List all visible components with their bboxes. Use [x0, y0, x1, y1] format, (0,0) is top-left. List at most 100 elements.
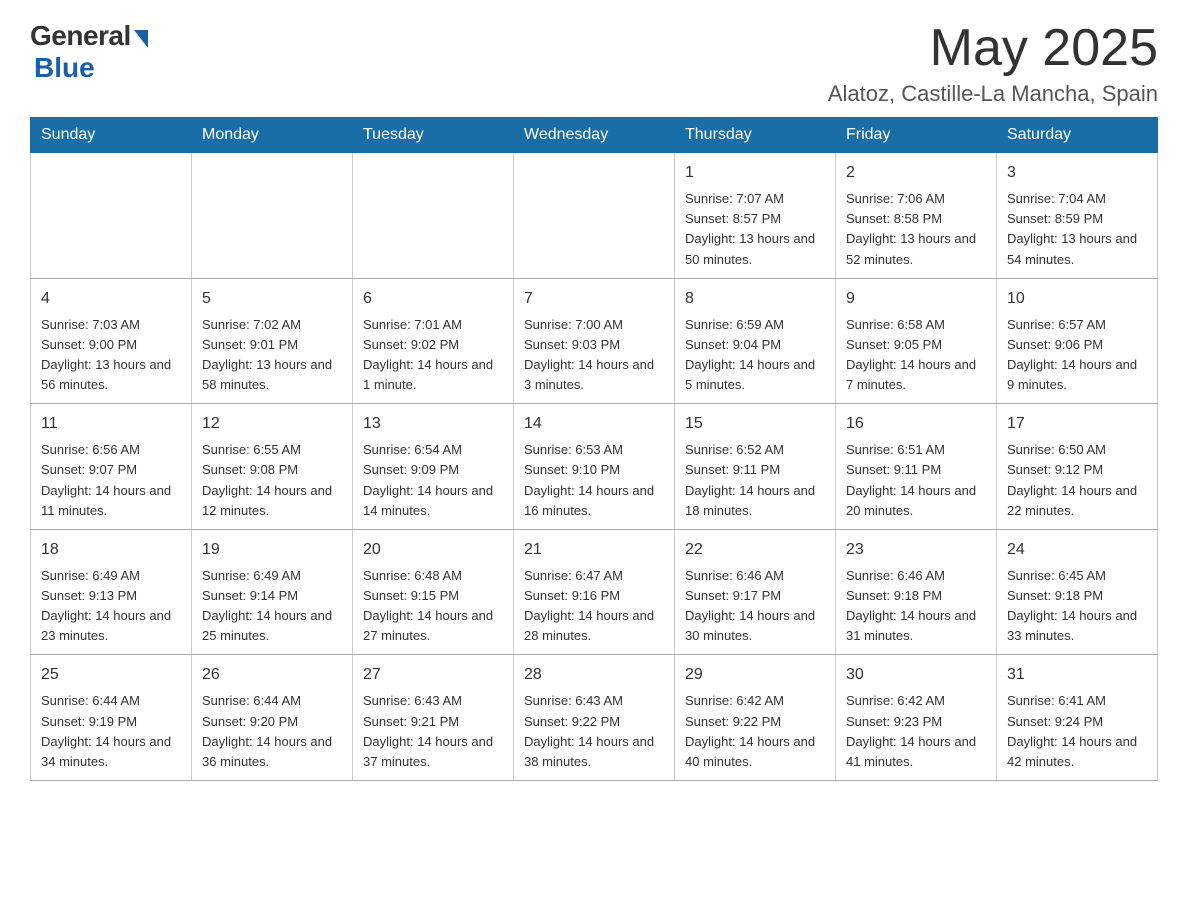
day-info: Sunrise: 6:41 AM Sunset: 9:24 PM Dayligh…	[1007, 691, 1147, 772]
day-number: 26	[202, 663, 342, 687]
day-number: 14	[524, 412, 664, 436]
calendar-cell: 30 Sunrise: 6:42 AM Sunset: 9:23 PM Dayli…	[836, 655, 997, 781]
day-info: Sunrise: 6:51 AM Sunset: 9:11 PM Dayligh…	[846, 440, 986, 521]
day-info: Sunrise: 7:04 AM Sunset: 8:59 PM Dayligh…	[1007, 189, 1147, 270]
day-number: 8	[685, 287, 825, 311]
day-info: Sunrise: 6:44 AM Sunset: 9:20 PM Dayligh…	[202, 691, 342, 772]
title-section: May 2025 Alatoz, Castille-La Mancha, Spa…	[828, 20, 1158, 107]
day-info: Sunrise: 6:52 AM Sunset: 9:11 PM Dayligh…	[685, 440, 825, 521]
day-info: Sunrise: 7:03 AM Sunset: 9:00 PM Dayligh…	[41, 315, 181, 396]
calendar-cell: 9 Sunrise: 6:58 AM Sunset: 9:05 PM Daylig…	[836, 278, 997, 404]
day-info: Sunrise: 6:48 AM Sunset: 9:15 PM Dayligh…	[363, 566, 503, 647]
day-number: 27	[363, 663, 503, 687]
day-info: Sunrise: 6:53 AM Sunset: 9:10 PM Dayligh…	[524, 440, 664, 521]
day-number: 23	[846, 538, 986, 562]
day-number: 1	[685, 161, 825, 185]
day-number: 29	[685, 663, 825, 687]
day-number: 25	[41, 663, 181, 687]
calendar-cell: 2Sunrise: 7:06 AM Sunset: 8:58 PM Daylig…	[836, 153, 997, 279]
day-number: 3	[1007, 161, 1147, 185]
calendar-cell: 4 Sunrise: 7:03 AM Sunset: 9:00 PM Daylig…	[31, 278, 192, 404]
day-info: Sunrise: 6:42 AM Sunset: 9:22 PM Dayligh…	[685, 691, 825, 772]
week-row-5: 25 Sunrise: 6:44 AM Sunset: 9:19 PM Dayli…	[31, 655, 1158, 781]
day-number: 20	[363, 538, 503, 562]
day-number: 11	[41, 412, 181, 436]
calendar-cell: 20 Sunrise: 6:48 AM Sunset: 9:15 PM Dayli…	[353, 529, 514, 655]
day-number: 22	[685, 538, 825, 562]
day-info: Sunrise: 7:07 AM Sunset: 8:57 PM Dayligh…	[685, 189, 825, 270]
day-info: Sunrise: 6:57 AM Sunset: 9:06 PM Dayligh…	[1007, 315, 1147, 396]
day-number: 6	[363, 287, 503, 311]
day-number: 16	[846, 412, 986, 436]
day-number: 13	[363, 412, 503, 436]
logo-blue-text: Blue	[34, 52, 95, 84]
page-header: General Blue May 2025 Alatoz, Castille-L…	[30, 20, 1158, 107]
calendar-cell: 16 Sunrise: 6:51 AM Sunset: 9:11 PM Dayli…	[836, 404, 997, 530]
calendar-cell: 19Sunrise: 6:49 AM Sunset: 9:14 PM Dayli…	[192, 529, 353, 655]
day-number: 7	[524, 287, 664, 311]
calendar-cell: 11 Sunrise: 6:56 AM Sunset: 9:07 PM Dayli…	[31, 404, 192, 530]
week-row-1: 1 Sunrise: 7:07 AM Sunset: 8:57 PM Daylig…	[31, 153, 1158, 279]
week-row-2: 4 Sunrise: 7:03 AM Sunset: 9:00 PM Daylig…	[31, 278, 1158, 404]
calendar-cell: 1 Sunrise: 7:07 AM Sunset: 8:57 PM Daylig…	[675, 153, 836, 279]
week-row-3: 11 Sunrise: 6:56 AM Sunset: 9:07 PM Dayli…	[31, 404, 1158, 530]
logo: General Blue	[30, 20, 148, 84]
day-number: 12	[202, 412, 342, 436]
day-info: Sunrise: 6:43 AM Sunset: 9:21 PM Dayligh…	[363, 691, 503, 772]
calendar-cell: 22 Sunrise: 6:46 AM Sunset: 9:17 PM Dayli…	[675, 529, 836, 655]
day-number: 2	[846, 161, 986, 185]
day-header-saturday: Saturday	[997, 118, 1158, 153]
day-number: 31	[1007, 663, 1147, 687]
calendar-cell: 24 Sunrise: 6:45 AM Sunset: 9:18 PM Dayli…	[997, 529, 1158, 655]
day-info: Sunrise: 6:42 AM Sunset: 9:23 PM Dayligh…	[846, 691, 986, 772]
logo-arrow-icon	[134, 30, 148, 48]
calendar-cell: 31 Sunrise: 6:41 AM Sunset: 9:24 PM Dayli…	[997, 655, 1158, 781]
calendar-cell: 28Sunrise: 6:43 AM Sunset: 9:22 PM Dayli…	[514, 655, 675, 781]
calendar-cell: 15 Sunrise: 6:52 AM Sunset: 9:11 PM Dayli…	[675, 404, 836, 530]
calendar-cell: 3 Sunrise: 7:04 AM Sunset: 8:59 PM Daylig…	[997, 153, 1158, 279]
calendar-cell: 8Sunrise: 6:59 AM Sunset: 9:04 PM Daylig…	[675, 278, 836, 404]
day-info: Sunrise: 6:43 AM Sunset: 9:22 PM Dayligh…	[524, 691, 664, 772]
month-title: May 2025	[828, 20, 1158, 77]
day-info: Sunrise: 7:02 AM Sunset: 9:01 PM Dayligh…	[202, 315, 342, 396]
day-info: Sunrise: 7:01 AM Sunset: 9:02 PM Dayligh…	[363, 315, 503, 396]
day-number: 4	[41, 287, 181, 311]
calendar-cell	[192, 153, 353, 279]
calendar-cell: 5 Sunrise: 7:02 AM Sunset: 9:01 PM Daylig…	[192, 278, 353, 404]
day-info: Sunrise: 6:46 AM Sunset: 9:18 PM Dayligh…	[846, 566, 986, 647]
week-row-4: 18Sunrise: 6:49 AM Sunset: 9:13 PM Dayli…	[31, 529, 1158, 655]
day-info: Sunrise: 6:44 AM Sunset: 9:19 PM Dayligh…	[41, 691, 181, 772]
day-info: Sunrise: 6:49 AM Sunset: 9:13 PM Dayligh…	[41, 566, 181, 647]
logo-general-text: General	[30, 20, 131, 52]
day-header-tuesday: Tuesday	[353, 118, 514, 153]
calendar-cell: 26 Sunrise: 6:44 AM Sunset: 9:20 PM Dayli…	[192, 655, 353, 781]
calendar-cell: 10Sunrise: 6:57 AM Sunset: 9:06 PM Dayli…	[997, 278, 1158, 404]
day-header-friday: Friday	[836, 118, 997, 153]
day-info: Sunrise: 6:46 AM Sunset: 9:17 PM Dayligh…	[685, 566, 825, 647]
day-info: Sunrise: 6:55 AM Sunset: 9:08 PM Dayligh…	[202, 440, 342, 521]
day-number: 5	[202, 287, 342, 311]
day-number: 21	[524, 538, 664, 562]
day-info: Sunrise: 7:00 AM Sunset: 9:03 PM Dayligh…	[524, 315, 664, 396]
day-header-thursday: Thursday	[675, 118, 836, 153]
calendar-cell: 13Sunrise: 6:54 AM Sunset: 9:09 PM Dayli…	[353, 404, 514, 530]
day-number: 19	[202, 538, 342, 562]
calendar-cell: 7 Sunrise: 7:00 AM Sunset: 9:03 PM Daylig…	[514, 278, 675, 404]
day-number: 30	[846, 663, 986, 687]
calendar-cell: 29 Sunrise: 6:42 AM Sunset: 9:22 PM Dayli…	[675, 655, 836, 781]
day-info: Sunrise: 6:56 AM Sunset: 9:07 PM Dayligh…	[41, 440, 181, 521]
calendar-cell: 21Sunrise: 6:47 AM Sunset: 9:16 PM Dayli…	[514, 529, 675, 655]
day-number: 15	[685, 412, 825, 436]
day-number: 24	[1007, 538, 1147, 562]
day-info: Sunrise: 6:45 AM Sunset: 9:18 PM Dayligh…	[1007, 566, 1147, 647]
day-header-sunday: Sunday	[31, 118, 192, 153]
calendar-cell: 25 Sunrise: 6:44 AM Sunset: 9:19 PM Dayli…	[31, 655, 192, 781]
calendar-cell: 17Sunrise: 6:50 AM Sunset: 9:12 PM Dayli…	[997, 404, 1158, 530]
calendar-cell: 23 Sunrise: 6:46 AM Sunset: 9:18 PM Dayli…	[836, 529, 997, 655]
day-info: Sunrise: 6:58 AM Sunset: 9:05 PM Dayligh…	[846, 315, 986, 396]
location-title: Alatoz, Castille-La Mancha, Spain	[828, 81, 1158, 107]
calendar-cell	[514, 153, 675, 279]
calendar-cell: 12 Sunrise: 6:55 AM Sunset: 9:08 PM Dayli…	[192, 404, 353, 530]
calendar-cell: 18Sunrise: 6:49 AM Sunset: 9:13 PM Dayli…	[31, 529, 192, 655]
day-number: 9	[846, 287, 986, 311]
